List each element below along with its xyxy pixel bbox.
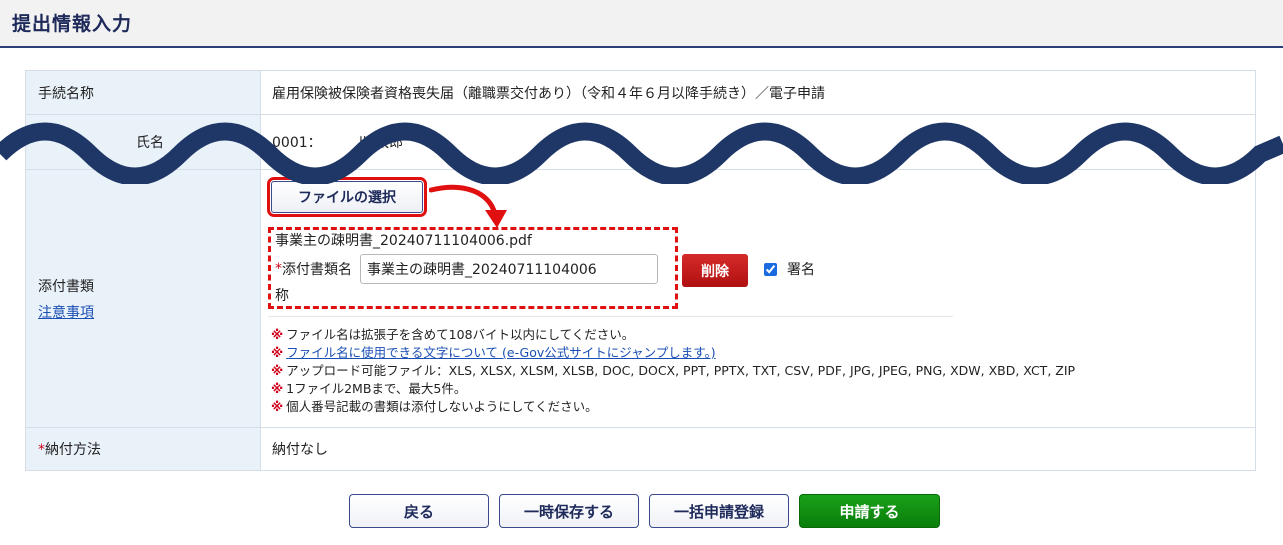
note-item: ※ アップロード可能ファイル：XLS, XLSX, XLSM, XLSB, DOC… (271, 363, 1076, 378)
submit-button[interactable]: 申請する (799, 494, 940, 528)
procedure-label: 手続名称 (26, 71, 261, 114)
save-temp-button[interactable]: 一時保存する (499, 494, 639, 528)
divider (268, 316, 953, 317)
attachment-name-row: * 添付書類名 (275, 254, 671, 284)
required-mark: * (38, 442, 45, 458)
required-mark: * (275, 261, 282, 277)
note-item: ※ 1ファイル2MBまで、最大5件。 (271, 381, 467, 396)
attachment-name-input[interactable] (360, 254, 658, 284)
note-marker: ※ (271, 399, 284, 414)
row-procedure: 手続名称 雇用保険被保険者資格喪失届（離職票交付あり）（令和４年６月以降手続き）… (26, 71, 1255, 115)
attachment-entry: 事業主の疎明書_20240711104006.pdf * 添付書類名 称 (268, 227, 678, 309)
payment-value: 納付なし (272, 442, 328, 458)
note-item: ※ ファイル名に使用できる文字について (e-Gov公式サイトにジャンプします。) (271, 344, 1075, 362)
sign-checkbox[interactable] (764, 262, 777, 276)
note-marker: ※ (271, 363, 284, 378)
note-marker: ※ (271, 327, 284, 342)
attached-file-name: 事業主の疎明書_20240711104006.pdf (275, 233, 532, 249)
attachments-label-cell: 添付書類 注意事項 (26, 170, 261, 427)
back-button[interactable]: 戻る (349, 494, 489, 528)
sign-checkbox-label[interactable]: 署名 (764, 259, 815, 279)
row-payment: *納付方法 納付なし (26, 428, 1255, 470)
note-item: ※ ファイル名は拡張子を含めて108バイト以内にしてください。 (271, 327, 635, 342)
attachments-label: 添付書類 (38, 278, 94, 295)
batch-register-button[interactable]: 一括申請登録 (649, 494, 789, 528)
page-title: 提出情報入力 (12, 13, 133, 35)
arrow-annotation-icon (429, 184, 507, 228)
delete-attachment-button[interactable]: 削除 (682, 254, 748, 287)
allowed-characters-link[interactable]: ファイル名に使用できる文字について (e-Gov公式サイトにジャンプします。) (286, 345, 716, 360)
wave-separator-icon (0, 122, 1283, 184)
procedure-value: 雇用保険被保険者資格喪失届（離職票交付あり）（令和４年６月以降手続き）／電子申請 (272, 85, 825, 102)
note-marker: ※ (271, 345, 284, 360)
attachment-name-label-wrap: 称 (275, 288, 289, 304)
payment-label: 納付方法 (45, 442, 101, 458)
action-button-bar: 戻る 一時保存する 一括申請登録 申請する (0, 494, 1283, 528)
attachment-name-label: 添付書類名 (282, 262, 352, 278)
note-marker: ※ (271, 381, 284, 396)
note-item: ※ 個人番号記載の書類は添付しないようにしてください。 (271, 399, 598, 414)
page-header: 提出情報入力 (0, 0, 1283, 48)
row-attachments: 添付書類 注意事項 ファイルの選択 事業主の疎明書_20240711104006… (26, 170, 1255, 428)
file-select-button[interactable]: ファイルの選択 (267, 177, 427, 217)
sign-label: 署名 (787, 262, 815, 278)
attachments-value-cell: ファイルの選択 事業主の疎明書_20240711104006.pdf * 添付書… (261, 170, 1255, 427)
attachment-notes: ※ ファイル名は拡張子を含めて108バイト以内にしてください。 ※ ファイル名に使用… (271, 326, 1075, 416)
notes-link[interactable]: 注意事項 (38, 302, 260, 322)
payment-label-cell: *納付方法 (26, 428, 261, 470)
